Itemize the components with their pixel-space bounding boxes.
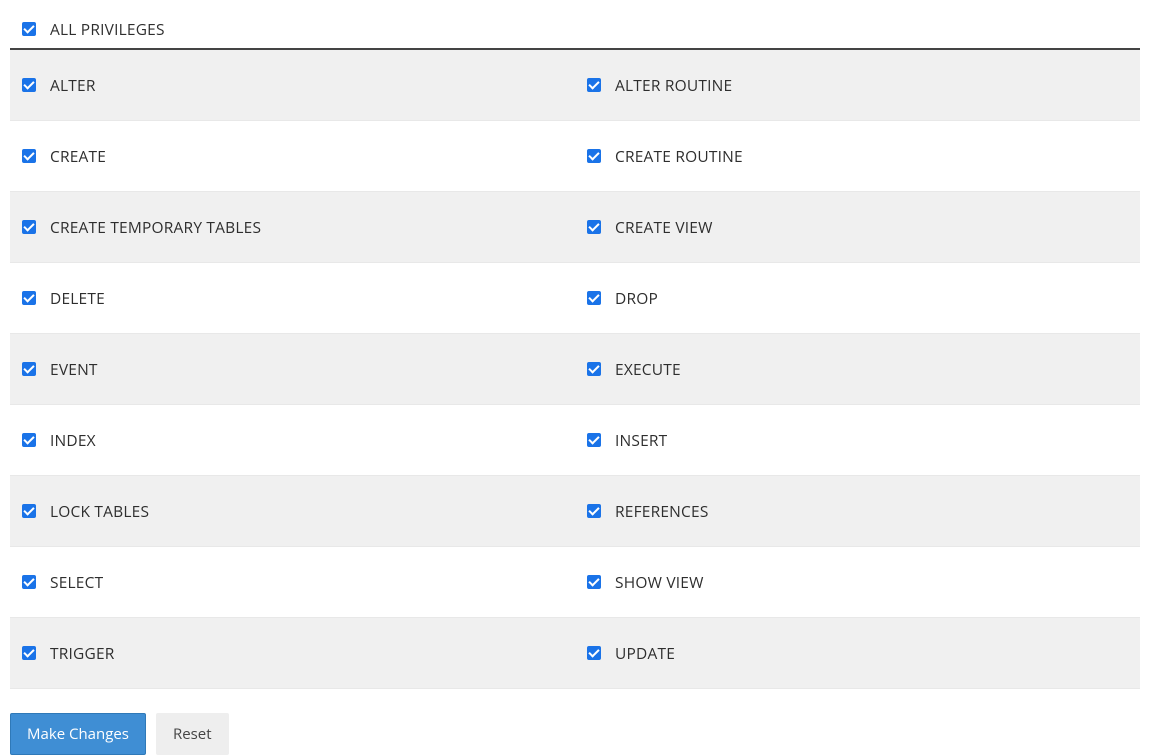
privilege-checkbox-alter-routine[interactable] bbox=[587, 78, 601, 92]
privilege-cell: INSERT bbox=[575, 405, 1140, 475]
privilege-cell: CREATE VIEW bbox=[575, 192, 1140, 262]
privilege-label: CREATE VIEW bbox=[615, 216, 713, 238]
privilege-checkbox-trigger[interactable] bbox=[22, 646, 36, 660]
privilege-row: TRIGGER UPDATE bbox=[10, 618, 1140, 689]
privilege-checkbox-drop[interactable] bbox=[587, 291, 601, 305]
make-changes-button[interactable]: Make Changes bbox=[10, 713, 146, 755]
privilege-label: ALTER ROUTINE bbox=[615, 74, 732, 96]
privilege-checkbox-show-view[interactable] bbox=[587, 575, 601, 589]
privilege-checkbox-create-view[interactable] bbox=[587, 220, 601, 234]
privilege-checkbox-execute[interactable] bbox=[587, 362, 601, 376]
privilege-cell: CREATE ROUTINE bbox=[575, 121, 1140, 191]
privilege-row: ALTER ALTER ROUTINE bbox=[10, 50, 1140, 121]
privilege-cell: EVENT bbox=[10, 334, 575, 404]
privilege-cell: ALTER ROUTINE bbox=[575, 50, 1140, 120]
reset-button[interactable]: Reset bbox=[156, 713, 229, 755]
privilege-cell: INDEX bbox=[10, 405, 575, 475]
privilege-cell: CREATE bbox=[10, 121, 575, 191]
privilege-cell: DELETE bbox=[10, 263, 575, 333]
privilege-label: CREATE ROUTINE bbox=[615, 145, 743, 167]
all-privileges-checkbox[interactable] bbox=[22, 22, 36, 36]
privilege-checkbox-lock-tables[interactable] bbox=[22, 504, 36, 518]
privilege-label: DROP bbox=[615, 287, 658, 309]
privilege-cell: ALTER bbox=[10, 50, 575, 120]
privilege-cell: CREATE TEMPORARY TABLES bbox=[10, 192, 575, 262]
privilege-cell: UPDATE bbox=[575, 618, 1140, 688]
privilege-row: DELETE DROP bbox=[10, 263, 1140, 334]
privilege-row: SELECT SHOW VIEW bbox=[10, 547, 1140, 618]
privilege-cell: SELECT bbox=[10, 547, 575, 617]
privilege-checkbox-delete[interactable] bbox=[22, 291, 36, 305]
all-privileges-label: ALL PRIVILEGES bbox=[50, 18, 165, 40]
privilege-label: TRIGGER bbox=[50, 642, 115, 664]
privilege-label: EVENT bbox=[50, 358, 98, 380]
privilege-label: SHOW VIEW bbox=[615, 571, 704, 593]
privilege-cell: DROP bbox=[575, 263, 1140, 333]
privilege-cell: LOCK TABLES bbox=[10, 476, 575, 546]
privilege-checkbox-select[interactable] bbox=[22, 575, 36, 589]
all-privileges-row: ALL PRIVILEGES bbox=[10, 10, 1140, 50]
privilege-label: EXECUTE bbox=[615, 358, 681, 380]
privilege-label: UPDATE bbox=[615, 642, 675, 664]
privilege-cell: EXECUTE bbox=[575, 334, 1140, 404]
privilege-row: INDEX INSERT bbox=[10, 405, 1140, 476]
privilege-cell: TRIGGER bbox=[10, 618, 575, 688]
privilege-cell: REFERENCES bbox=[575, 476, 1140, 546]
privilege-label: SELECT bbox=[50, 571, 103, 593]
privilege-label: CREATE TEMPORARY TABLES bbox=[50, 216, 261, 238]
privilege-cell: SHOW VIEW bbox=[575, 547, 1140, 617]
privilege-label: INSERT bbox=[615, 429, 667, 451]
privilege-checkbox-insert[interactable] bbox=[587, 433, 601, 447]
privilege-row: CREATE TEMPORARY TABLES CREATE VIEW bbox=[10, 192, 1140, 263]
privilege-checkbox-index[interactable] bbox=[22, 433, 36, 447]
privilege-row: LOCK TABLES REFERENCES bbox=[10, 476, 1140, 547]
privilege-label: DELETE bbox=[50, 287, 105, 309]
privilege-checkbox-alter[interactable] bbox=[22, 78, 36, 92]
privilege-label: ALTER bbox=[50, 74, 96, 96]
privilege-checkbox-create-temporary-tables[interactable] bbox=[22, 220, 36, 234]
privileges-table: ALTERALTER ROUTINECREATECREATE ROUTINECR… bbox=[10, 50, 1140, 689]
privilege-checkbox-create[interactable] bbox=[22, 149, 36, 163]
privilege-label: CREATE bbox=[50, 145, 106, 167]
privilege-label: REFERENCES bbox=[615, 500, 709, 522]
privilege-label: INDEX bbox=[50, 429, 96, 451]
privilege-checkbox-references[interactable] bbox=[587, 504, 601, 518]
privilege-checkbox-create-routine[interactable] bbox=[587, 149, 601, 163]
privilege-label: LOCK TABLES bbox=[50, 500, 149, 522]
privilege-checkbox-event[interactable] bbox=[22, 362, 36, 376]
privilege-checkbox-update[interactable] bbox=[587, 646, 601, 660]
privilege-row: CREATE CREATE ROUTINE bbox=[10, 121, 1140, 192]
button-row: Make Changes Reset bbox=[10, 713, 1140, 755]
privilege-row: EVENT EXECUTE bbox=[10, 334, 1140, 405]
